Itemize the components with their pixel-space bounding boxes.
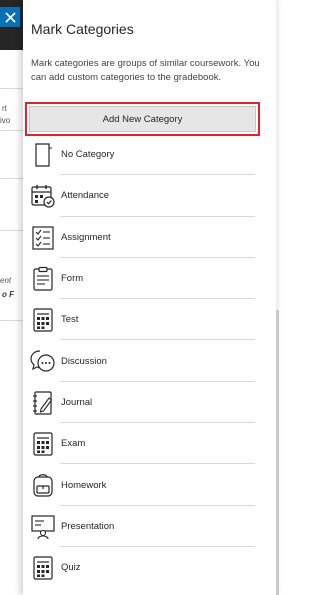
calendar-check-icon (30, 183, 56, 209)
category-item-quiz[interactable]: Quiz (23, 547, 279, 588)
background-divider (0, 230, 24, 231)
category-item-presentation[interactable]: Presentation (23, 506, 279, 548)
chat-bubbles-icon (30, 348, 56, 374)
category-label: Discussion (61, 355, 107, 367)
background-text: o F (2, 290, 14, 299)
category-label: Presentation (61, 520, 115, 532)
category-label: Quiz (61, 562, 81, 574)
add-new-category-button[interactable]: Add New Category (25, 102, 260, 136)
background-page: rt ivo ent o F (0, 0, 24, 595)
category-item-attendance[interactable]: Attendance (23, 175, 279, 217)
category-label: Exam (61, 438, 86, 450)
calculator-icon (30, 307, 56, 333)
category-label: Form (61, 273, 84, 285)
checklist-icon (30, 225, 56, 251)
scrollbar-track[interactable] (276, 0, 279, 595)
category-label: Test (61, 314, 79, 326)
panel-description: Mark categories are groups of similar co… (31, 58, 260, 83)
category-item-discussion[interactable]: Discussion (23, 340, 279, 383)
category-item-homework[interactable]: Homework (23, 464, 279, 506)
background-divider (0, 178, 24, 179)
backpack-icon (30, 472, 56, 498)
category-item-form[interactable]: Form (23, 258, 279, 300)
background-text: ent (0, 276, 12, 285)
close-button[interactable] (0, 7, 20, 27)
category-list: No Category Attendance Assignment Form T… (23, 134, 279, 588)
calculator-icon (30, 431, 56, 457)
background-divider (0, 320, 24, 321)
category-label: Attendance (61, 190, 110, 202)
category-label: Assignment (61, 231, 111, 243)
mark-categories-panel: Mark Categories Mark categories are grou… (23, 0, 279, 595)
background-text: rt (2, 104, 7, 113)
category-label: Homework (61, 479, 107, 491)
calculator-icon (30, 555, 56, 581)
close-icon (5, 12, 15, 22)
category-item-no-category[interactable]: No Category (23, 134, 279, 176)
category-item-exam[interactable]: Exam (23, 423, 279, 465)
background-text: ivo (0, 116, 11, 125)
category-label: No Category (61, 149, 115, 161)
category-item-test[interactable]: Test (23, 299, 279, 341)
category-item-journal[interactable]: Journal (23, 382, 279, 424)
blank-page-icon (30, 142, 56, 168)
category-item-assignment[interactable]: Assignment (23, 217, 279, 259)
panel-title: Mark Categories (31, 21, 134, 37)
background-divider (0, 88, 24, 89)
scrollbar-thumb[interactable] (276, 310, 279, 595)
journal-pen-icon (30, 390, 56, 416)
clipboard-icon (30, 266, 56, 292)
background-divider (0, 130, 24, 131)
category-label: Journal (61, 396, 93, 408)
presentation-board-icon (30, 514, 56, 540)
